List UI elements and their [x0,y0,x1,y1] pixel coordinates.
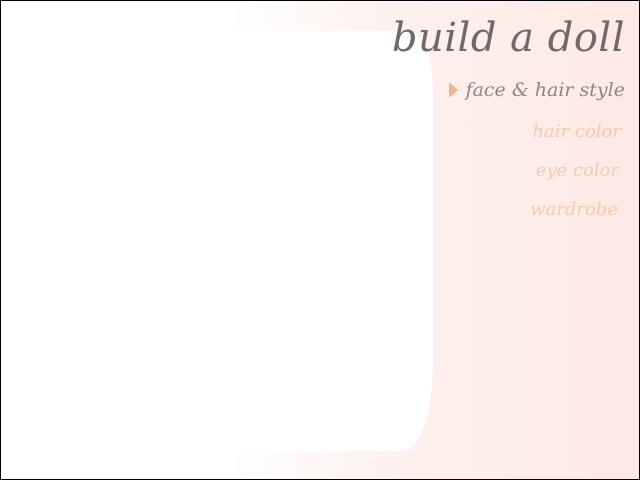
menu-item-label: face & hair style [465,79,625,101]
doll-canvas[interactable] [1,31,433,451]
game-stage: build a doll face & hair style hair colo… [0,0,640,480]
menu-item-hair-color[interactable]: hair color [532,121,621,142]
menu-item-face-hair-style[interactable]: face & hair style [448,79,625,101]
app-title: build a doll [391,15,625,61]
menu-item-wardrobe[interactable]: wardrobe [530,199,618,220]
play-triangle-icon [448,82,458,98]
menu-item-eye-color[interactable]: eye color [536,160,619,181]
